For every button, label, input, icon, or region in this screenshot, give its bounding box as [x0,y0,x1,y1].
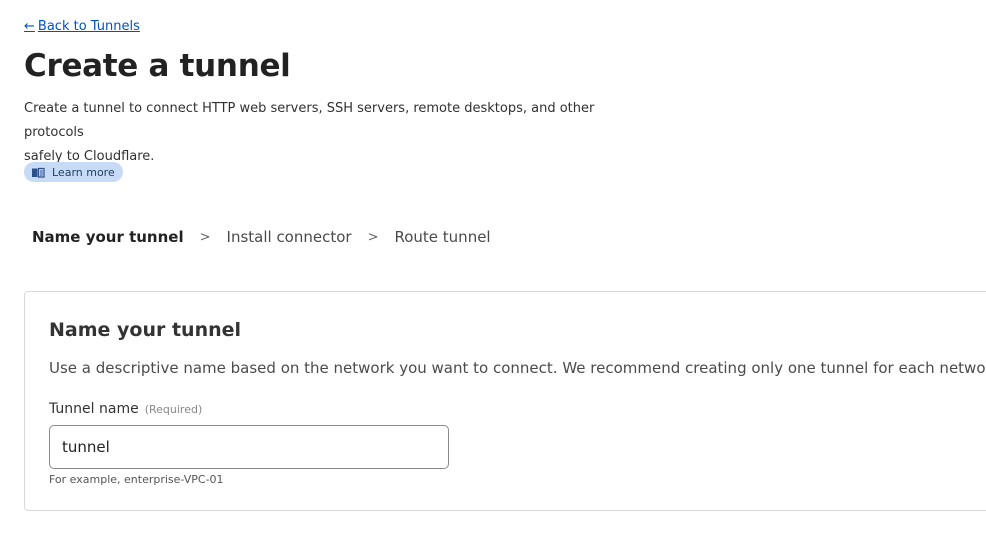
card-description: Use a descriptive name based on the netw… [49,359,986,377]
page-description-line-1: Create a tunnel to connect HTTP web serv… [24,101,595,140]
tunnel-name-label: Tunnel name (Required) [49,401,202,417]
book-icon [31,167,45,178]
step-separator: > [199,229,211,245]
back-to-tunnels-link[interactable]: ← Back to Tunnels [24,19,140,34]
page-description: Create a tunnel to connect HTTP web serv… [24,97,644,169]
back-link-label: Back to Tunnels [37,19,140,34]
back-arrow-icon: ← [24,19,35,34]
learn-more-label: Learn more [52,165,115,179]
tunnel-name-label-text: Tunnel name [49,401,139,417]
tunnel-name-help-text: For example, enterprise-VPC-01 [49,473,224,486]
name-tunnel-card: Name your tunnel Use a descriptive name … [24,291,986,511]
stepper: Name your tunnel > Install connector > R… [32,228,491,246]
create-tunnel-page: ← Back to Tunnels Create a tunnel Create… [0,0,986,538]
step-separator: > [367,229,379,245]
learn-more-button[interactable]: Learn more [24,162,123,182]
step-route-tunnel: Route tunnel [394,228,491,246]
required-indicator: (Required) [144,403,203,416]
step-name-your-tunnel: Name your tunnel [32,228,184,246]
step-install-connector: Install connector [226,228,352,246]
tunnel-name-input[interactable] [49,425,449,469]
card-title: Name your tunnel [49,319,242,341]
page-title: Create a tunnel [24,48,291,84]
